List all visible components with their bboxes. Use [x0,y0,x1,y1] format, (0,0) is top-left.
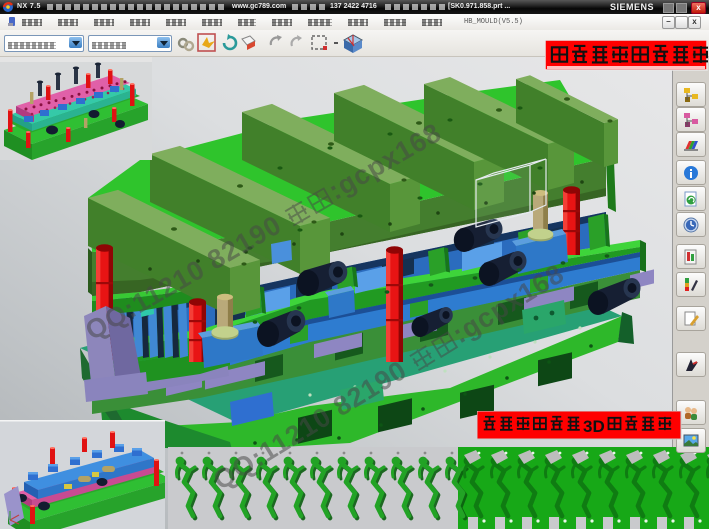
svg-text:3D: 3D [583,417,605,436]
